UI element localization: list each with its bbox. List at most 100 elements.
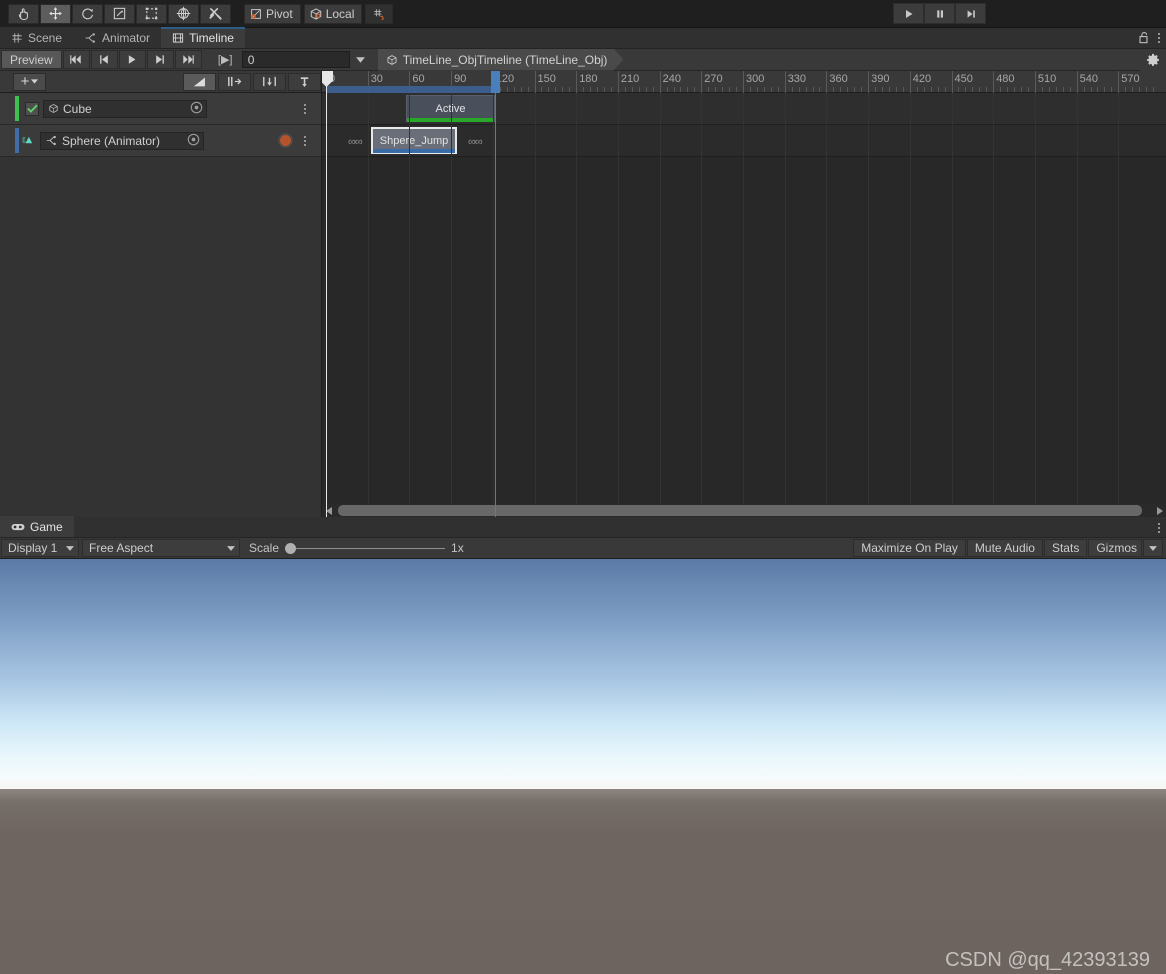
grid-snapping-button[interactable]	[365, 3, 394, 24]
tab-animator[interactable]: Animator	[73, 27, 162, 48]
clip-shpere-jump[interactable]: Shpere_Jump	[371, 127, 457, 154]
tab-timeline[interactable]: Timeline	[161, 27, 245, 48]
ruler-minor-tick	[798, 87, 800, 92]
aspect-dropdown[interactable]: Free Aspect	[82, 539, 240, 557]
timeline-row-cube[interactable]: Active	[322, 93, 1166, 125]
rect-tool-button[interactable]	[136, 3, 167, 24]
track-menu-sphere[interactable]	[297, 135, 313, 146]
timeline-blue-marker[interactable]	[491, 71, 500, 517]
timeline-tabbar: Scene Animator Timeline	[0, 27, 1166, 49]
timeline-playhead[interactable]	[322, 71, 333, 517]
ruler-minor-tick	[1000, 87, 1002, 92]
ruler-minor-tick	[861, 87, 863, 92]
scrollbar-track[interactable]	[335, 505, 1153, 516]
timeline-horizontal-scrollbar[interactable]	[322, 504, 1166, 517]
ruler-minor-tick	[527, 87, 529, 92]
timeline-ruler[interactable]: 0306090120150180210240270300330360390420…	[322, 71, 1166, 93]
timeline-gridline	[367, 93, 369, 517]
track-row-cube[interactable]: Cube	[0, 93, 321, 125]
pin-icon	[300, 76, 309, 87]
pivot-toggle-button[interactable]: Pivot	[244, 3, 301, 24]
track-accent-bar	[15, 96, 19, 121]
add-track-button[interactable]: +	[13, 72, 46, 91]
custom-editor-tool-button[interactable]	[200, 3, 231, 24]
timeline-gridline	[659, 93, 661, 517]
lock-playhead-button[interactable]	[288, 72, 321, 91]
scale-slider-track	[285, 547, 446, 549]
track-menu-cube[interactable]	[297, 103, 313, 114]
pause-button[interactable]	[924, 3, 955, 24]
mute-audio-button[interactable]: Mute Audio	[966, 539, 1043, 557]
goto-end-button[interactable]	[174, 50, 202, 69]
timeline-settings-button[interactable]	[1140, 49, 1166, 71]
next-key-button[interactable]	[146, 50, 174, 69]
ruler-minor-tick	[1021, 87, 1022, 92]
preview-button[interactable]: Preview	[1, 50, 62, 69]
ruler-minor-tick	[923, 87, 925, 92]
previous-key-button[interactable]	[90, 50, 118, 69]
gizmos-button[interactable]: Gizmos	[1088, 539, 1142, 557]
timeline-play-button[interactable]	[118, 50, 146, 69]
timeline-header-toolbar: Preview [▶] 0 TimeLine_ObjTimeline (Time…	[0, 49, 1166, 71]
sequence-breadcrumb[interactable]: TimeLine_ObjTimeline (TimeLine_Obj)	[378, 49, 624, 71]
step-button[interactable]	[955, 3, 986, 24]
ruler-minor-tick	[1069, 87, 1071, 92]
animator-icon	[46, 135, 56, 146]
scroll-left-arrow[interactable]	[322, 504, 335, 517]
display-dropdown[interactable]: Display 1	[1, 539, 79, 557]
timeline-row-sphere[interactable]: ∞∞ ∞∞ Shpere_Jump	[322, 125, 1166, 157]
timeline-gridline	[617, 93, 619, 517]
chevron-down-icon	[1149, 545, 1157, 551]
ruler-tick-label: 330	[787, 73, 807, 85]
play-range-button[interactable]: [▶]	[211, 50, 239, 69]
scroll-right-arrow[interactable]	[1153, 504, 1166, 517]
ruler-minor-tick	[520, 87, 522, 92]
track-row-sphere[interactable]: Sphere (Animator)	[0, 125, 321, 157]
ruler-minor-tick	[506, 87, 508, 92]
game-menu-icon[interactable]	[1158, 523, 1160, 533]
game-view-render[interactable]: CSDN @qq_42393139	[0, 559, 1166, 974]
ruler-minor-tick	[694, 87, 696, 92]
wedge-icon	[193, 76, 205, 86]
scale-slider-knob[interactable]	[285, 542, 297, 554]
gear-icon	[1147, 53, 1159, 66]
ruler-minor-tick	[631, 87, 633, 92]
edit-mode-button[interactable]	[253, 72, 286, 91]
play-button[interactable]	[893, 3, 924, 24]
ruler-minor-tick	[972, 87, 974, 92]
timeline-clip-area[interactable]: 0306090120150180210240270300330360390420…	[322, 71, 1166, 517]
snap-to-frame-button[interactable]	[218, 72, 251, 91]
track-target-icon[interactable]	[190, 101, 203, 117]
scrollbar-thumb[interactable]	[338, 505, 1142, 516]
track-options-button[interactable]	[183, 72, 216, 91]
tab-game-label: Game	[30, 519, 63, 534]
ruler-tick-label: 570	[1121, 73, 1140, 85]
maximize-on-play-button[interactable]: Maximize On Play	[853, 539, 966, 557]
stats-button[interactable]: Stats	[1043, 539, 1088, 557]
local-toggle-button[interactable]: Local	[303, 3, 363, 24]
track-mute-checkbox[interactable]	[25, 101, 39, 116]
track-record-button[interactable]	[278, 133, 293, 148]
timeline-options-dropdown[interactable]	[350, 50, 372, 69]
track-target-icon[interactable]	[187, 133, 200, 149]
ruler-minor-tick	[875, 87, 877, 92]
scale-slider[interactable]	[285, 541, 446, 555]
scale-tool-button[interactable]	[104, 3, 135, 24]
blue-marker-cap	[491, 71, 500, 93]
ruler-minor-tick	[1055, 87, 1057, 92]
gizmos-dropdown[interactable]	[1143, 539, 1163, 557]
timeline-menu-icon[interactable]	[1158, 32, 1160, 43]
ruler-minor-tick	[847, 87, 849, 92]
transform-tool-button[interactable]	[168, 3, 199, 24]
track-name-field-sphere[interactable]: Sphere (Animator)	[40, 131, 204, 150]
tab-scene[interactable]: Scene	[0, 27, 74, 48]
rotate-tool-button[interactable]	[72, 3, 103, 24]
move-tool-button[interactable]	[40, 3, 71, 24]
track-name-field-cube[interactable]: Cube	[43, 99, 207, 118]
tab-game[interactable]: Game	[0, 516, 74, 537]
lock-open-icon[interactable]	[1138, 31, 1149, 44]
current-frame-input[interactable]: 0	[241, 51, 350, 68]
hand-tool-button[interactable]	[8, 3, 39, 24]
ruler-tick-label: 480	[996, 73, 1015, 85]
goto-start-button[interactable]	[62, 50, 90, 69]
